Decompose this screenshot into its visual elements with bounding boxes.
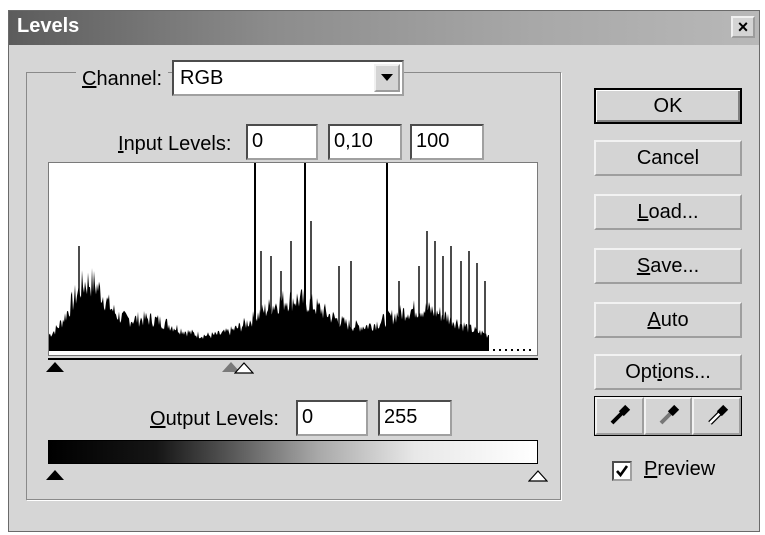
close-button[interactable]: × (731, 16, 755, 38)
output-white-point-slider[interactable] (528, 470, 548, 482)
black-eyedropper-icon[interactable] (595, 397, 644, 435)
histogram-graph (49, 163, 531, 351)
channel-label: Channel: (76, 68, 169, 91)
input-slider-track[interactable] (48, 358, 538, 360)
chevron-down-icon[interactable] (374, 64, 400, 92)
input-black-field[interactable]: 0 (246, 124, 318, 160)
input-gamma-field[interactable]: 0,10 (328, 124, 402, 160)
auto-button[interactable]: Auto (594, 302, 742, 338)
title-bar[interactable]: Levels × (9, 11, 759, 45)
options-button[interactable]: Options... (594, 354, 742, 390)
input-black-point-slider[interactable] (46, 362, 64, 372)
channel-select[interactable]: RGB (172, 60, 404, 96)
input-white-point-slider[interactable] (234, 362, 254, 374)
gray-eyedropper-icon[interactable] (643, 397, 693, 435)
preview-checkbox[interactable] (612, 461, 632, 481)
window-title: Levels (17, 15, 80, 37)
eyedropper-group (594, 396, 742, 436)
channel-select-value: RGB (180, 67, 224, 89)
checkmark-icon (616, 465, 629, 478)
input-white-field[interactable]: 100 (410, 124, 484, 160)
ok-button[interactable]: OK (594, 88, 742, 124)
close-icon: × (737, 17, 749, 37)
white-eyedropper-icon[interactable] (692, 397, 742, 435)
output-black-point-slider[interactable] (46, 470, 64, 480)
input-levels-label: Input Levels: (118, 133, 232, 155)
load-button[interactable]: Load... (594, 194, 742, 230)
output-black-field[interactable]: 0 (296, 400, 368, 436)
cancel-button[interactable]: Cancel (594, 140, 742, 176)
save-button[interactable]: Save... (594, 248, 742, 284)
output-gradient-bar (48, 440, 538, 464)
output-levels-label: Output Levels: (150, 408, 279, 430)
histogram (48, 162, 538, 356)
preview-label[interactable]: Preview (644, 458, 715, 481)
output-white-field[interactable]: 255 (378, 400, 452, 436)
